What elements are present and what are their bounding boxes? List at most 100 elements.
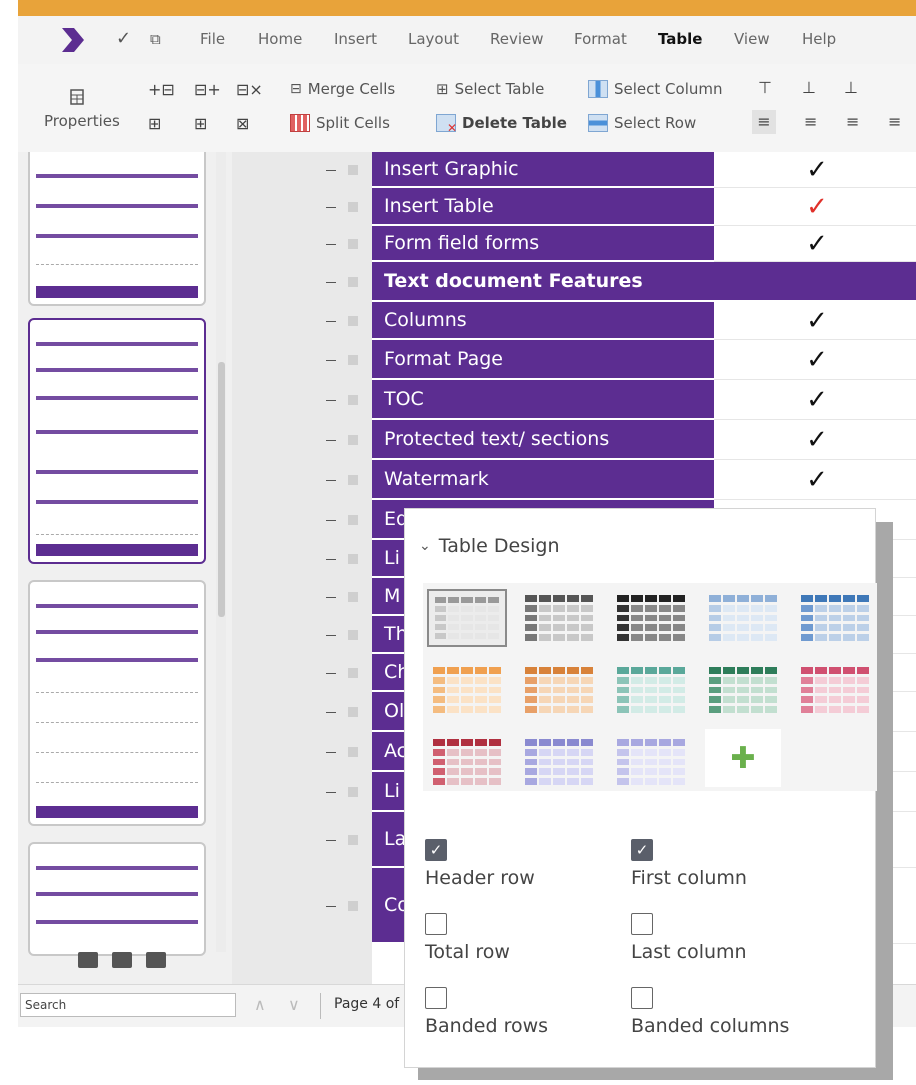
table-row[interactable]: Watermark ✓	[372, 460, 916, 500]
feature-cell[interactable]: TOC	[372, 380, 714, 420]
insert-column-before-icon[interactable]: +⊟	[148, 80, 175, 99]
page-thumbnail-1[interactable]	[28, 152, 206, 306]
menu-format[interactable]: Format	[574, 30, 627, 48]
merge-cells-button[interactable]: ⊟ Merge Cells	[290, 80, 395, 98]
row-marker[interactable]	[348, 835, 358, 845]
align-top-icon[interactable]: ⊤	[758, 78, 772, 97]
row-marker[interactable]	[348, 554, 358, 564]
table-style-swatch[interactable]	[703, 661, 783, 719]
delete-page-icon[interactable]	[146, 952, 166, 968]
properties-icon[interactable]	[68, 88, 86, 110]
delete-row-icon[interactable]: ⊠	[236, 114, 249, 133]
total-row-checkbox[interactable]	[425, 913, 447, 935]
header-row-checkbox[interactable]: ✓	[425, 839, 447, 861]
feature-cell[interactable]: Insert Graphic	[372, 152, 714, 188]
table-style-swatch[interactable]	[519, 589, 599, 647]
checkmark-icon[interactable]: ✓	[116, 28, 131, 49]
feature-cell[interactable]: Form field forms	[372, 226, 714, 262]
align-center-icon[interactable]: ≡	[804, 112, 817, 131]
support-check-cell[interactable]: ✓	[714, 226, 916, 262]
feature-cell[interactable]: Text document Features	[372, 262, 916, 302]
feature-cell[interactable]: Columns	[372, 302, 714, 340]
support-check-cell[interactable]: ✓	[714, 188, 916, 226]
page-thumbnail-4[interactable]	[28, 842, 206, 956]
support-check-cell[interactable]: ✓	[714, 380, 916, 420]
table-row[interactable]: Columns ✓	[372, 302, 916, 340]
menu-review[interactable]: Review	[490, 30, 544, 48]
table-style-swatch[interactable]	[427, 589, 507, 647]
row-marker[interactable]	[348, 395, 358, 405]
table-style-swatch[interactable]	[795, 589, 875, 647]
row-marker[interactable]	[348, 787, 358, 797]
table-row[interactable]: Protected text/ sections ✓	[372, 420, 916, 460]
row-marker[interactable]	[348, 202, 358, 212]
support-check-cell[interactable]: ✓	[714, 152, 916, 188]
page-thumbnail-2[interactable]	[28, 318, 206, 564]
insert-row-below-icon[interactable]: ⊞	[194, 114, 207, 133]
row-marker[interactable]	[348, 277, 358, 287]
row-marker[interactable]	[348, 515, 358, 525]
table-style-swatch[interactable]	[795, 661, 875, 719]
row-marker[interactable]	[348, 707, 358, 717]
table-style-swatch[interactable]	[611, 589, 691, 647]
row-marker[interactable]	[348, 901, 358, 911]
header-row-option[interactable]: ✓ Header row	[425, 839, 535, 889]
table-style-swatch[interactable]	[427, 733, 507, 791]
table-row[interactable]: Insert Graphic ✓	[372, 152, 916, 188]
table-design-header[interactable]: ⌄ Table Design	[419, 535, 560, 557]
align-bottom-icon[interactable]: ⊥	[844, 78, 858, 97]
add-page-icon[interactable]	[78, 952, 98, 968]
row-marker[interactable]	[348, 668, 358, 678]
insert-column-after-icon[interactable]: ⊟+	[194, 80, 221, 99]
row-marker[interactable]	[348, 316, 358, 326]
support-check-cell[interactable]: ✓	[714, 340, 916, 380]
menu-file[interactable]: File	[200, 30, 225, 48]
table-style-swatch[interactable]	[519, 661, 599, 719]
feature-cell[interactable]: Watermark	[372, 460, 714, 500]
feature-cell[interactable]: Insert Table	[372, 188, 714, 226]
total-row-option[interactable]: Total row	[425, 913, 510, 963]
banded-rows-checkbox[interactable]	[425, 987, 447, 1009]
select-column-button[interactable]: Select Column	[588, 80, 723, 98]
properties-button[interactable]: Properties	[44, 112, 120, 130]
align-center-vertical-icon[interactable]: ⊥	[802, 78, 816, 97]
table-style-swatch[interactable]	[611, 733, 691, 791]
table-section-header[interactable]: Text document Features	[372, 262, 916, 302]
menu-help[interactable]: Help	[802, 30, 836, 48]
menu-home[interactable]: Home	[258, 30, 302, 48]
row-marker[interactable]	[348, 475, 358, 485]
last-column-option[interactable]: Last column	[631, 913, 747, 963]
support-check-cell[interactable]: ✓	[714, 460, 916, 500]
menu-insert[interactable]: Insert	[334, 30, 377, 48]
select-row-button[interactable]: Select Row	[588, 114, 696, 132]
banded-rows-option[interactable]: Banded rows	[425, 987, 548, 1037]
row-marker[interactable]	[348, 592, 358, 602]
sidebar-scrollbar[interactable]	[216, 152, 226, 952]
row-marker[interactable]	[348, 630, 358, 640]
banded-columns-option[interactable]: Banded columns	[631, 987, 789, 1037]
search-input[interactable]: Search	[20, 993, 236, 1017]
menu-table[interactable]: Table	[658, 30, 702, 48]
row-marker[interactable]	[348, 165, 358, 175]
next-page-icon[interactable]: ∨	[288, 995, 300, 1014]
table-row[interactable]: Form field forms ✓	[372, 226, 916, 262]
table-style-swatch[interactable]	[519, 733, 599, 791]
row-marker[interactable]	[348, 239, 358, 249]
banded-columns-checkbox[interactable]	[631, 987, 653, 1009]
feature-cell[interactable]: Protected text/ sections	[372, 420, 714, 460]
add-style-icon[interactable]: ✚	[705, 729, 781, 787]
table-row[interactable]: Format Page ✓	[372, 340, 916, 380]
align-left-icon[interactable]: ≡	[752, 110, 776, 134]
align-right-icon[interactable]: ≡	[846, 112, 859, 131]
insert-row-above-icon[interactable]: ⊞	[148, 114, 161, 133]
support-check-cell[interactable]: ✓	[714, 302, 916, 340]
sidebar-scrollbar-thumb[interactable]	[218, 362, 225, 617]
split-cells-button[interactable]: Split Cells	[290, 114, 390, 132]
support-check-cell[interactable]: ✓	[714, 420, 916, 460]
row-marker[interactable]	[348, 355, 358, 365]
delete-table-button[interactable]: ✕ Delete Table	[436, 114, 567, 135]
page-thumbnail-3[interactable]	[28, 580, 206, 826]
row-marker[interactable]	[348, 435, 358, 445]
delete-column-icon[interactable]: ⊟×	[236, 80, 263, 99]
table-row[interactable]: TOC ✓	[372, 380, 916, 420]
